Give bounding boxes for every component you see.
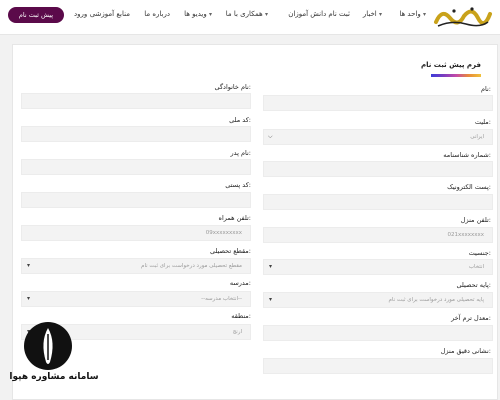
gender-select[interactable]: انتخاب ▾ — [263, 259, 493, 275]
grade-select[interactable]: پایه تحصیلی مورد درخواست برای ثبت نام ▾ — [263, 292, 493, 308]
nav-label: واحد ها — [399, 10, 421, 18]
preregister-button[interactable]: پیش ثبت نام — [8, 7, 64, 23]
chevron-down-icon: ▾ — [208, 11, 212, 18]
chevron-down-icon: ▾ — [422, 11, 426, 18]
watermark-text: سامانه مشاوره هپوا — [9, 372, 99, 382]
caret-down-icon: ▾ — [269, 263, 273, 270]
caret-down-icon: ▾ — [27, 262, 31, 269]
top-navbar: واحد ها ▾ اخبار ▾ ثبت نام دانش آموزان هم… — [0, 0, 500, 35]
nav-label: درباره ما — [144, 10, 170, 18]
national-id-label: کد ملی: — [229, 116, 251, 124]
nav-item-student-registration[interactable]: ثبت نام دانش آموزان — [288, 10, 350, 18]
nav-item-resources[interactable]: منابع آموزشی — [90, 10, 130, 18]
nav-item-cooperation[interactable]: همکاری با ما ▾ — [226, 10, 268, 18]
title-underline — [431, 74, 481, 77]
form-title: فرم پیش ثبت نام — [420, 61, 481, 69]
nav-label: همکاری با ما — [225, 10, 263, 18]
chevron-down-icon: ⌵ — [268, 133, 273, 140]
first-name-label: نام: — [480, 85, 491, 93]
caret-down-icon: ▾ — [27, 295, 31, 302]
nav-item-videos[interactable]: ویدیو ها ▾ — [184, 10, 212, 18]
watermark: سامانه مشاوره هپوا — [6, 322, 99, 398]
email-input[interactable] — [263, 194, 493, 210]
nav-item-news[interactable]: اخبار ▾ — [363, 10, 382, 18]
caret-down-icon: ▾ — [269, 296, 273, 303]
region-label: منطقه: — [231, 312, 251, 320]
mobile-input[interactable]: 09xxxxxxxxx — [21, 225, 251, 241]
birth-certificate-label: شماره شناسنامه: — [443, 151, 491, 159]
address-input[interactable] — [263, 358, 493, 374]
level-label: مقطع تحصیلی: — [209, 247, 251, 255]
father-name-label: نام پدر: — [230, 149, 251, 157]
last-name-label: نام خانوادگی: — [214, 83, 251, 91]
gender-label: جنسیت: — [468, 249, 491, 257]
postal-code-label: کد پستی: — [225, 181, 251, 189]
gpa-input[interactable] — [263, 325, 493, 341]
father-name-input[interactable] — [21, 159, 251, 175]
school-select[interactable]: --انتخاب مدرسه-- ▾ — [21, 291, 251, 307]
home-phone-label: تلفن منزل: — [460, 216, 491, 224]
email-label: پست الکترونیک: — [447, 183, 491, 191]
home-phone-input[interactable]: 021xxxxxxxx — [263, 227, 493, 243]
mobile-label: تلفن همراه: — [218, 214, 251, 222]
address-label: نشانی دقیق منزل: — [440, 347, 491, 355]
nav-label: منابع آموزشی — [89, 10, 130, 18]
birth-certificate-input[interactable] — [263, 161, 493, 177]
nav-item-units[interactable]: واحد ها ▾ — [399, 10, 426, 18]
chevron-down-icon: ▾ — [378, 11, 382, 18]
first-name-input[interactable] — [263, 95, 493, 111]
nav-label: ثبت نام دانش آموزان — [288, 10, 350, 18]
nationality-label: ملیت: — [474, 118, 491, 126]
last-name-input[interactable] — [21, 93, 251, 109]
watermark-logo — [24, 322, 72, 370]
gpa-label: معدل ترم آخر: — [451, 314, 491, 322]
chevron-down-icon: ▾ — [264, 11, 268, 18]
nav-label: ویدیو ها — [184, 10, 207, 18]
school-label: مدرسه: — [229, 279, 251, 287]
level-select[interactable]: مقطع تحصیلی مورد درخواست برای ثبت نام ▾ — [21, 258, 251, 274]
postal-code-input[interactable] — [21, 192, 251, 208]
login-link[interactable]: ورود — [74, 10, 87, 18]
nationality-select[interactable]: ایرانی ⌵ — [263, 129, 493, 145]
nav-label: اخبار — [362, 10, 377, 18]
site-logo[interactable] — [432, 4, 494, 30]
grade-label: پایه تحصیلی: — [456, 281, 491, 289]
national-id-input[interactable] — [21, 126, 251, 142]
nav-item-about[interactable]: درباره ما — [144, 10, 170, 18]
